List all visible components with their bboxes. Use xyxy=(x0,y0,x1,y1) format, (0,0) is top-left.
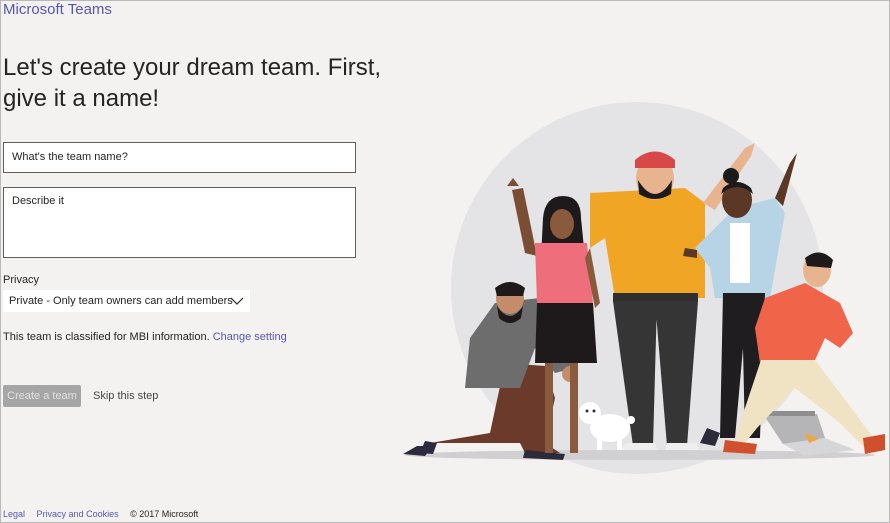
team-illustration xyxy=(403,102,885,474)
legal-link[interactable]: Legal xyxy=(3,509,25,519)
team-description-input[interactable]: Describe it xyxy=(3,187,356,258)
change-setting-link[interactable]: Change setting xyxy=(213,331,287,343)
app-title: Microsoft Teams xyxy=(3,1,112,18)
copyright-text: © 2017 Microsoft xyxy=(130,509,199,519)
page-headline: Let's create your dream team. First, giv… xyxy=(3,54,382,112)
privacy-cookies-link[interactable]: Privacy and Cookies xyxy=(37,509,119,519)
classification-text: This team is classified for MBI informat… xyxy=(3,331,210,343)
team-name-placeholder: What's the team name? xyxy=(12,151,128,163)
skip-step-link[interactable]: Skip this step xyxy=(93,390,158,402)
team-name-input[interactable]: What's the team name? xyxy=(3,142,356,173)
privacy-selected-value: Private - Only team owners can add membe… xyxy=(9,295,233,307)
footer: Legal Privacy and Cookies © 2017 Microso… xyxy=(3,509,198,519)
create-team-button[interactable]: Create a team xyxy=(3,385,81,407)
team-description-placeholder: Describe it xyxy=(12,195,64,207)
privacy-label: Privacy xyxy=(3,274,40,286)
privacy-dropdown[interactable]: Private - Only team owners can add membe… xyxy=(3,290,250,312)
classification-notice: This team is classified for MBI informat… xyxy=(3,331,287,343)
chevron-down-icon xyxy=(230,297,244,305)
